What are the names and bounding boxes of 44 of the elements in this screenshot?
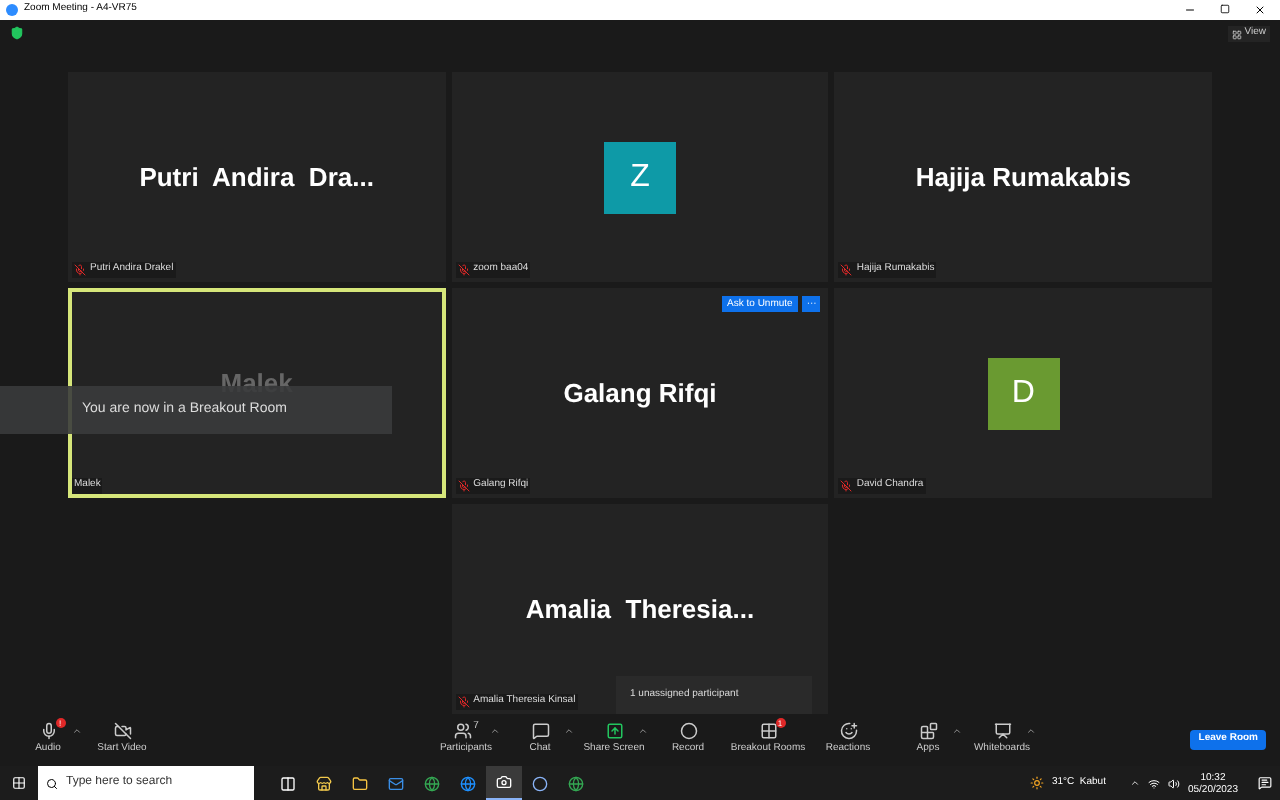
weather-icon (1029, 776, 1044, 790)
whiteboards-icon (993, 722, 1011, 741)
app-icon (496, 774, 512, 790)
breakout-icon (759, 722, 777, 741)
reactions-icon (839, 722, 857, 741)
app-icon (568, 775, 584, 791)
caret-icon[interactable] (1026, 726, 1036, 737)
share-icon (605, 722, 623, 741)
caret-icon[interactable] (72, 726, 82, 737)
avatar: D (987, 357, 1060, 429)
taskbar-app[interactable] (486, 766, 522, 800)
app-icon (388, 775, 404, 791)
app-icon (460, 775, 476, 791)
maximize-icon[interactable] (1220, 4, 1230, 14)
notification-icon[interactable] (1258, 776, 1272, 790)
participants-icon (453, 722, 472, 741)
app-icon (316, 775, 332, 791)
start-icon[interactable] (12, 776, 26, 790)
tray-caret-icon[interactable] (1129, 778, 1140, 788)
grid-icon (1232, 29, 1243, 39)
avatar: Z (603, 141, 676, 213)
app-icon (352, 775, 368, 791)
minimize-icon[interactable] (1184, 4, 1196, 16)
chat-icon (531, 722, 549, 741)
caret-icon[interactable] (638, 726, 648, 737)
video-icon (113, 722, 131, 741)
participant-name: Amalia Theresia... (525, 591, 755, 628)
shield-icon (10, 26, 24, 40)
caret-icon[interactable] (952, 726, 962, 737)
caret-icon[interactable] (490, 726, 500, 737)
record-icon (679, 722, 697, 741)
app-icon (532, 775, 548, 791)
search-icon (46, 777, 58, 789)
participant-name: Putri Andira Dra... (139, 159, 374, 196)
apps-icon (919, 722, 937, 741)
app-icon (280, 775, 296, 791)
audio-icon (39, 722, 57, 741)
close-icon[interactable] (1254, 4, 1266, 16)
app-icon (424, 775, 440, 791)
participant-name: Hajija Rumakabis (915, 159, 1131, 196)
network-icon[interactable] (1147, 777, 1160, 789)
caret-icon[interactable] (564, 726, 574, 737)
participant-name: Galang Rifqi (563, 375, 717, 412)
volume-icon[interactable] (1167, 777, 1180, 789)
